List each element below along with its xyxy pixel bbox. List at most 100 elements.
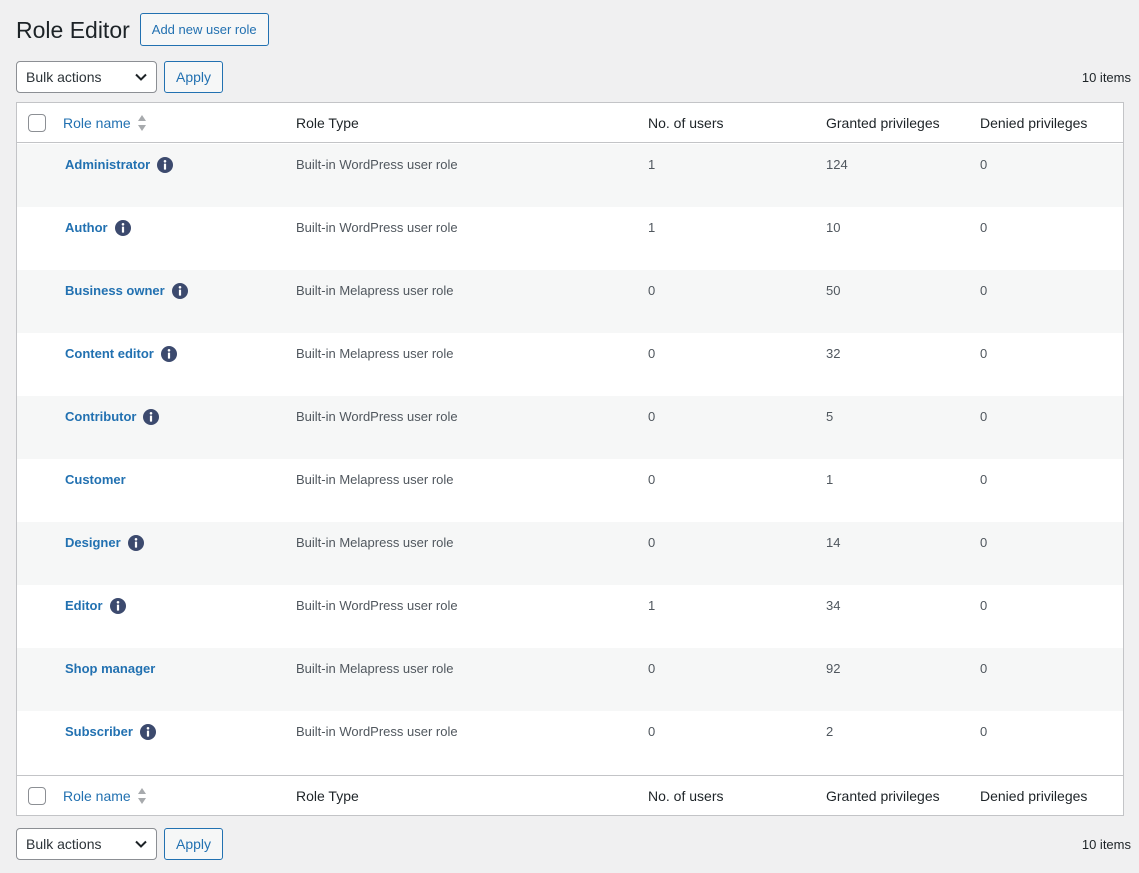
granted-privileges-cell: 34	[826, 598, 841, 613]
info-icon[interactable]	[143, 408, 160, 425]
bulk-actions-select-bottom[interactable]: Bulk actions	[16, 828, 157, 860]
granted-privileges-cell: 2	[826, 724, 834, 739]
info-icon[interactable]	[139, 723, 156, 740]
role-name-cell: Author	[65, 219, 131, 236]
table-footer-row: Role name Role Type No. of users Granted…	[17, 775, 1123, 815]
denied-privileges-cell: 0	[980, 157, 988, 172]
info-icon[interactable]	[109, 597, 126, 614]
select-all-checkbox[interactable]	[28, 113, 46, 132]
role-name-link[interactable]: Administrator	[65, 156, 150, 173]
role-name-cell: Editor	[65, 597, 126, 614]
column-footer-granted: Granted privileges	[826, 787, 940, 804]
role-name-link[interactable]: Shop manager	[65, 660, 155, 677]
info-icon[interactable]	[127, 534, 144, 551]
role-name-cell: Business owner	[65, 282, 188, 299]
denied-privileges-cell: 0	[980, 409, 988, 424]
table-header-row: Role name Role Type No. of users Granted…	[17, 103, 1123, 143]
users-count-cell: 0	[648, 283, 656, 298]
role-type-cell: Built-in WordPress user role	[296, 598, 458, 613]
denied-privileges-cell: 0	[980, 472, 988, 487]
role-type-cell: Built-in WordPress user role	[296, 724, 458, 739]
role-type-cell: Built-in WordPress user role	[296, 220, 458, 235]
page-title: Role Editor	[16, 16, 130, 43]
users-count-cell: 1	[648, 598, 656, 613]
granted-privileges-cell: 92	[826, 661, 841, 676]
sort-icon	[137, 787, 147, 805]
role-type-cell: Built-in Melapress user role	[296, 535, 454, 550]
select-all-checkbox-footer[interactable]	[28, 786, 46, 805]
table-row: Editor Built-in WordPress user role 1 34 0	[17, 585, 1123, 648]
role-type-cell: Built-in Melapress user role	[296, 472, 454, 487]
info-icon[interactable]	[160, 345, 177, 362]
granted-privileges-cell: 32	[826, 346, 841, 361]
sort-icon	[137, 114, 147, 132]
chevron-down-icon	[134, 837, 148, 851]
apply-button[interactable]: Apply	[164, 61, 224, 93]
column-role-name-label: Role name	[63, 114, 131, 131]
role-type-cell: Built-in WordPress user role	[296, 409, 458, 424]
role-name-cell: Customer	[65, 471, 126, 488]
info-icon[interactable]	[157, 156, 174, 173]
info-icon[interactable]	[171, 282, 188, 299]
users-count-cell: 0	[648, 409, 656, 424]
column-header-role-type: Role Type	[296, 114, 359, 131]
table-row: Business owner Built-in Melapress user ro…	[17, 270, 1123, 333]
role-name-cell: Administrator	[65, 156, 174, 173]
denied-privileges-cell: 0	[980, 661, 988, 676]
column-role-name-label: Role name	[63, 787, 131, 804]
tablenav-bottom: Bulk actions Apply 10 items	[16, 828, 1131, 860]
users-count-cell: 1	[648, 220, 656, 235]
column-header-users: No. of users	[648, 114, 724, 131]
role-name-link[interactable]: Content editor	[65, 345, 154, 362]
chevron-down-icon	[134, 70, 148, 84]
table-row: Shop manager Built-in Melapress user role…	[17, 648, 1123, 711]
roles-table: Role name Role Type No. of users Granted…	[16, 102, 1124, 816]
role-name-cell: Designer	[65, 534, 144, 551]
add-new-role-button[interactable]: Add new user role	[139, 13, 269, 46]
table-row: Customer Built-in Melapress user role 0 1 0	[17, 459, 1123, 522]
table-row: Contributor Built-in WordPress user role 0…	[17, 396, 1123, 459]
users-count-cell: 0	[648, 661, 656, 676]
role-name-link[interactable]: Designer	[65, 534, 121, 551]
column-footer-role-type: Role Type	[296, 787, 359, 804]
table-row: Content editor Built-in Melapress user ro…	[17, 333, 1123, 396]
role-name-cell: Subscriber	[65, 723, 156, 740]
role-name-cell: Shop manager	[65, 660, 155, 677]
users-count-cell: 0	[648, 535, 656, 550]
granted-privileges-cell: 1	[826, 472, 834, 487]
role-name-link[interactable]: Contributor	[65, 408, 136, 425]
granted-privileges-cell: 50	[826, 283, 841, 298]
users-count-cell: 0	[648, 724, 656, 739]
table-row: Subscriber Built-in WordPress user role 0 2…	[17, 711, 1123, 774]
role-name-link[interactable]: Customer	[65, 471, 126, 488]
table-row: Author Built-in WordPress user role 1 10 0	[17, 207, 1123, 270]
table-row: Designer Built-in Melapress user role 0 14 0	[17, 522, 1123, 585]
role-name-link[interactable]: Editor	[65, 597, 103, 614]
role-name-link[interactable]: Business owner	[65, 282, 165, 299]
apply-button-bottom[interactable]: Apply	[164, 828, 224, 860]
role-type-cell: Built-in Melapress user role	[296, 346, 454, 361]
items-count-bottom: 10 items	[1081, 836, 1131, 852]
page-header: Role Editor Add new user role	[16, 13, 269, 46]
role-name-link[interactable]: Author	[65, 219, 108, 236]
bulk-actions-select[interactable]: Bulk actions	[16, 61, 157, 93]
tablenav-top: Bulk actions Apply 10 items	[16, 61, 1131, 93]
column-header-denied: Denied privileges	[980, 114, 1088, 131]
granted-privileges-cell: 14	[826, 535, 841, 550]
role-name-cell: Contributor	[65, 408, 160, 425]
users-count-cell: 0	[648, 346, 656, 361]
denied-privileges-cell: 0	[980, 598, 988, 613]
info-icon[interactable]	[114, 219, 131, 236]
items-count: 10 items	[1081, 69, 1131, 85]
column-footer-users: No. of users	[648, 787, 724, 804]
column-footer-denied: Denied privileges	[980, 787, 1088, 804]
role-name-cell: Content editor	[65, 345, 177, 362]
role-type-cell: Built-in WordPress user role	[296, 157, 458, 172]
bulk-actions-label: Bulk actions	[26, 69, 102, 85]
role-name-link[interactable]: Subscriber	[65, 723, 133, 740]
column-footer-role-name[interactable]: Role name	[63, 787, 147, 805]
table-row: Administrator Built-in WordPress user rol…	[17, 144, 1123, 207]
granted-privileges-cell: 124	[826, 157, 848, 172]
column-header-role-name[interactable]: Role name	[63, 114, 147, 132]
denied-privileges-cell: 0	[980, 220, 988, 235]
